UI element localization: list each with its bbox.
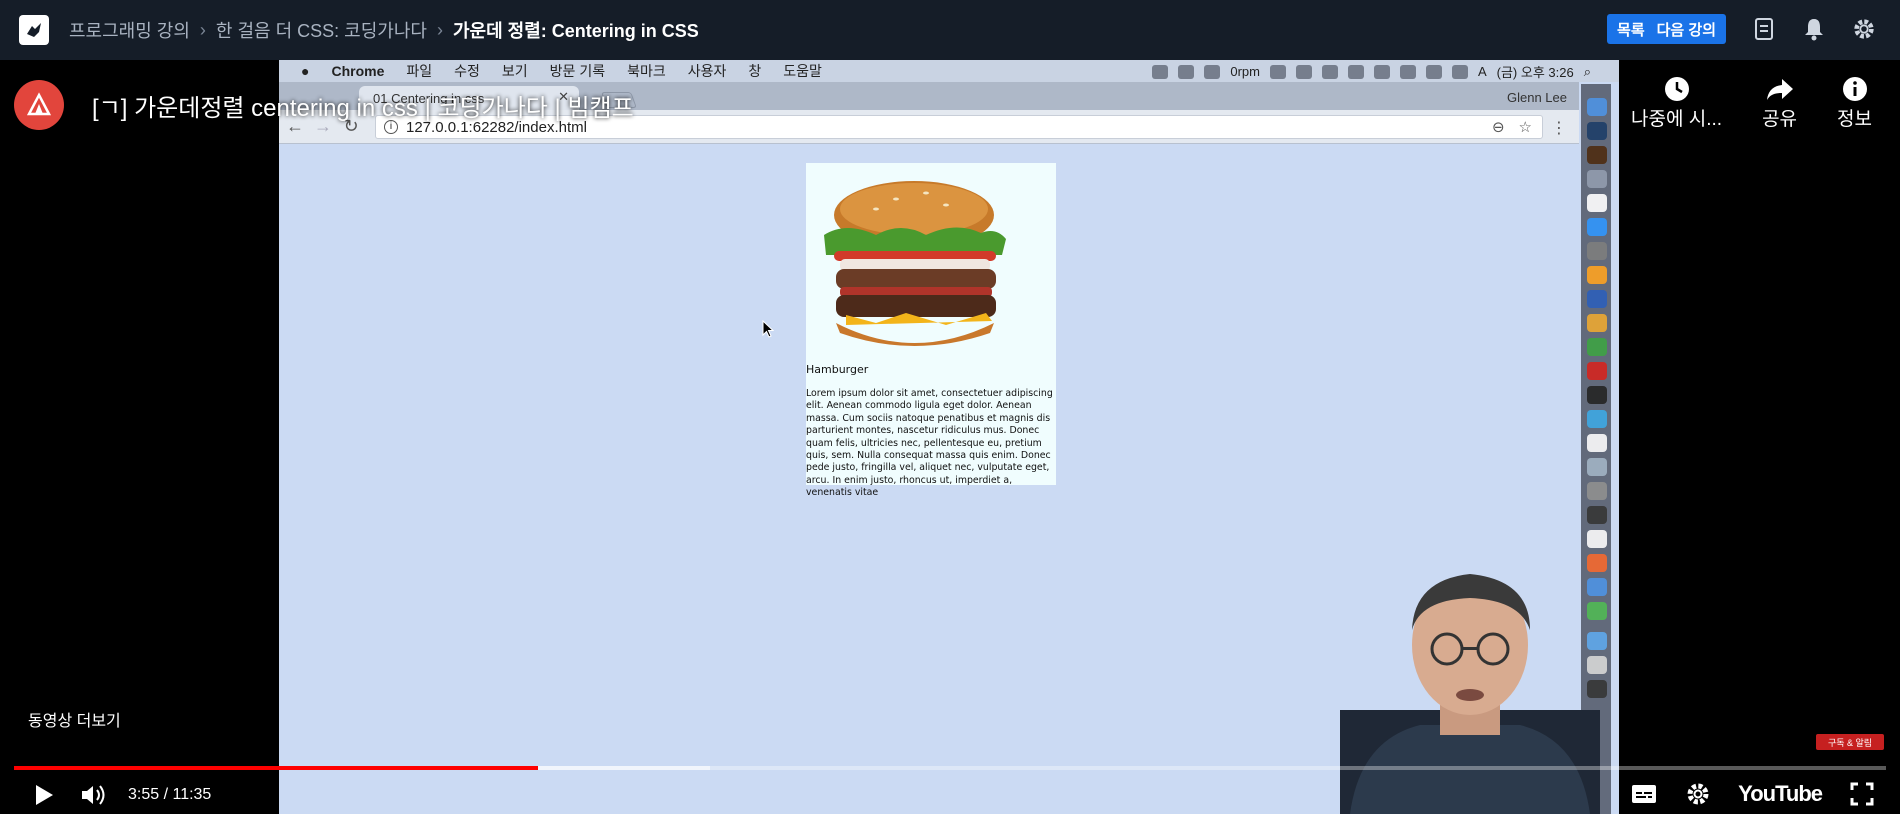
preferences-icon (1587, 242, 1607, 260)
status-app-icon (1152, 64, 1169, 79)
content-card: Hamburger Lorem ipsum dolor sit amet, co… (806, 163, 1056, 498)
apple-icon: ● (301, 63, 310, 79)
site-header: 프로그래밍 강의 › 한 걸음 더 CSS: 코딩가나다 › 가운데 정렬: C… (0, 0, 1900, 60)
watch-later-button[interactable]: 나중에 시... (1631, 74, 1722, 131)
finder-icon (1587, 98, 1607, 116)
fullscreen-icon[interactable] (1848, 780, 1876, 808)
clock-icon (1664, 74, 1690, 104)
app-icon (1587, 482, 1607, 500)
app-icon (1587, 290, 1607, 308)
watch-later-label: 나중에 시... (1631, 109, 1723, 130)
status-app-icon (1347, 64, 1364, 79)
settings-gear-icon[interactable] (1684, 780, 1712, 808)
menu-bookmarks: 북마크 (627, 63, 666, 79)
profile-name: Glenn Lee (1507, 90, 1567, 105)
airplay-icon (1399, 64, 1416, 79)
breadcrumb-item-course[interactable]: 한 걸음 더 CSS: 코딩가나다 (216, 17, 427, 43)
volume-icon[interactable] (80, 781, 108, 809)
wifi-icon (1373, 64, 1390, 79)
captions-icon[interactable] (1630, 780, 1658, 808)
hamburger-image (806, 163, 1056, 363)
status-app-icon (1178, 64, 1195, 79)
fan-speed-label: 0rpm (1230, 64, 1260, 79)
info-icon (1842, 74, 1868, 104)
chevron-right-icon: › (436, 19, 443, 40)
app-icon (1587, 434, 1607, 452)
menu-history: 방문 기록 (549, 63, 606, 79)
video-top-actions: 나중에 시... 공유 정보 (1631, 74, 1872, 131)
play-icon[interactable] (30, 781, 58, 809)
chevron-right-icon: › (199, 19, 206, 40)
menu-dots-icon: ⋮ (1551, 120, 1567, 137)
progress-played (14, 766, 539, 770)
breadcrumb-item-lecture: 가운데 정렬: Centering in CSS (452, 21, 699, 41)
sublime-icon (1587, 266, 1607, 284)
channel-avatar[interactable] (14, 80, 64, 130)
app-icon (1587, 458, 1607, 476)
share-button[interactable]: 공유 (1762, 74, 1797, 131)
share-label: 공유 (1762, 109, 1798, 130)
info-button[interactable]: 정보 (1837, 74, 1872, 131)
breadcrumb-item-category[interactable]: 프로그래밍 강의 (69, 17, 190, 43)
menu-chrome: Chrome (331, 63, 385, 79)
app-root: 프로그래밍 강의 › 한 걸음 더 CSS: 코딩가나다 › 가운데 정렬: C… (0, 0, 1900, 814)
youtube-logo[interactable]: YouTube (1738, 781, 1823, 807)
status-app-icon (1204, 64, 1221, 79)
video-player[interactable]: ● Chrome 파일 수정 보기 방문 기록 북마크 사용자 창 도움말 0r… (0, 60, 1900, 814)
menu-window: 창 (748, 63, 762, 79)
player-controls: 3:55 / 11:35 YouTube (0, 776, 1900, 814)
input-source: A (1477, 64, 1487, 79)
time-display: 3:55 / 11:35 (128, 786, 212, 803)
breadcrumb: 프로그래밍 강의 › 한 걸음 더 CSS: 코딩가나다 › 가운데 정렬: C… (69, 17, 699, 43)
app-icon (1587, 410, 1607, 428)
card-body-text: Lorem ipsum dolor sit amet, consectetuer… (806, 388, 1053, 499)
menu-edit: 수정 (454, 63, 480, 79)
bell-icon[interactable] (1802, 17, 1826, 41)
appstore-icon (1587, 218, 1607, 236)
notes-icon[interactable] (1752, 17, 1776, 41)
list-button[interactable]: 목록 (1607, 19, 1655, 40)
star-icon: ☆ (1518, 119, 1532, 136)
subscribe-badge[interactable]: 구독 & 알림 (1816, 734, 1884, 750)
player-controls-right: YouTube (1630, 780, 1876, 808)
mouse-cursor-icon (762, 319, 775, 343)
gear-icon[interactable] (1852, 17, 1876, 41)
app-icon (1587, 506, 1607, 524)
info-label: 정보 (1837, 109, 1872, 130)
battery-icon (1451, 64, 1468, 79)
video-title-overlay: [ㄱ] 가운데정렬 centering in css | 코딩가나다 | 빔캠프 (14, 80, 634, 130)
spotlight-icon: ⌕ (1583, 63, 1591, 79)
menu-file: 파일 (406, 63, 433, 79)
omnibox-actions: ⊖ ☆ (1492, 118, 1532, 136)
menu-people: 사용자 (687, 63, 727, 79)
progress-bar[interactable] (14, 766, 1886, 770)
mac-menu-bar: ● Chrome 파일 수정 보기 방문 기록 북마크 사용자 창 도움말 0r… (279, 60, 1619, 82)
mac-status-area: 0rpm A (금) 오후 3:26 ⌕ (1152, 62, 1591, 81)
video-title[interactable]: [ㄱ] 가운데정렬 centering in css | 코딩가나다 | 빔캠프 (92, 88, 634, 123)
more-videos-button[interactable]: 동영상 더보기 (28, 707, 121, 731)
status-app-icon (1295, 64, 1312, 79)
menu-view: 보기 (501, 63, 528, 79)
share-icon (1766, 74, 1794, 104)
pdf-icon (1587, 530, 1607, 548)
photoshop-icon (1587, 122, 1607, 140)
filezilla-icon (1587, 362, 1607, 380)
menu-clock: (금) 오후 3:26 (1496, 65, 1574, 80)
volume-icon (1425, 64, 1442, 79)
card-heading: Hamburger (806, 363, 869, 376)
lecture-nav-buttons: 목록 다음 강의 (1607, 14, 1726, 44)
status-app-icon (1321, 64, 1338, 79)
rocket-icon (1587, 170, 1607, 188)
status-app-icon (1269, 64, 1286, 79)
header-actions: 목록 다음 강의 (1607, 14, 1876, 44)
terminal-icon (1587, 386, 1607, 404)
calendar-icon (1587, 194, 1607, 212)
chrome-icon (1587, 314, 1607, 332)
next-lecture-button[interactable]: 다음 강의 (1655, 19, 1726, 40)
site-logo[interactable] (19, 15, 49, 45)
chrome-icon (1587, 338, 1607, 356)
zoom-icon: ⊖ (1491, 119, 1505, 136)
illustrator-icon (1587, 146, 1607, 164)
menu-help: 도움말 (783, 63, 822, 79)
